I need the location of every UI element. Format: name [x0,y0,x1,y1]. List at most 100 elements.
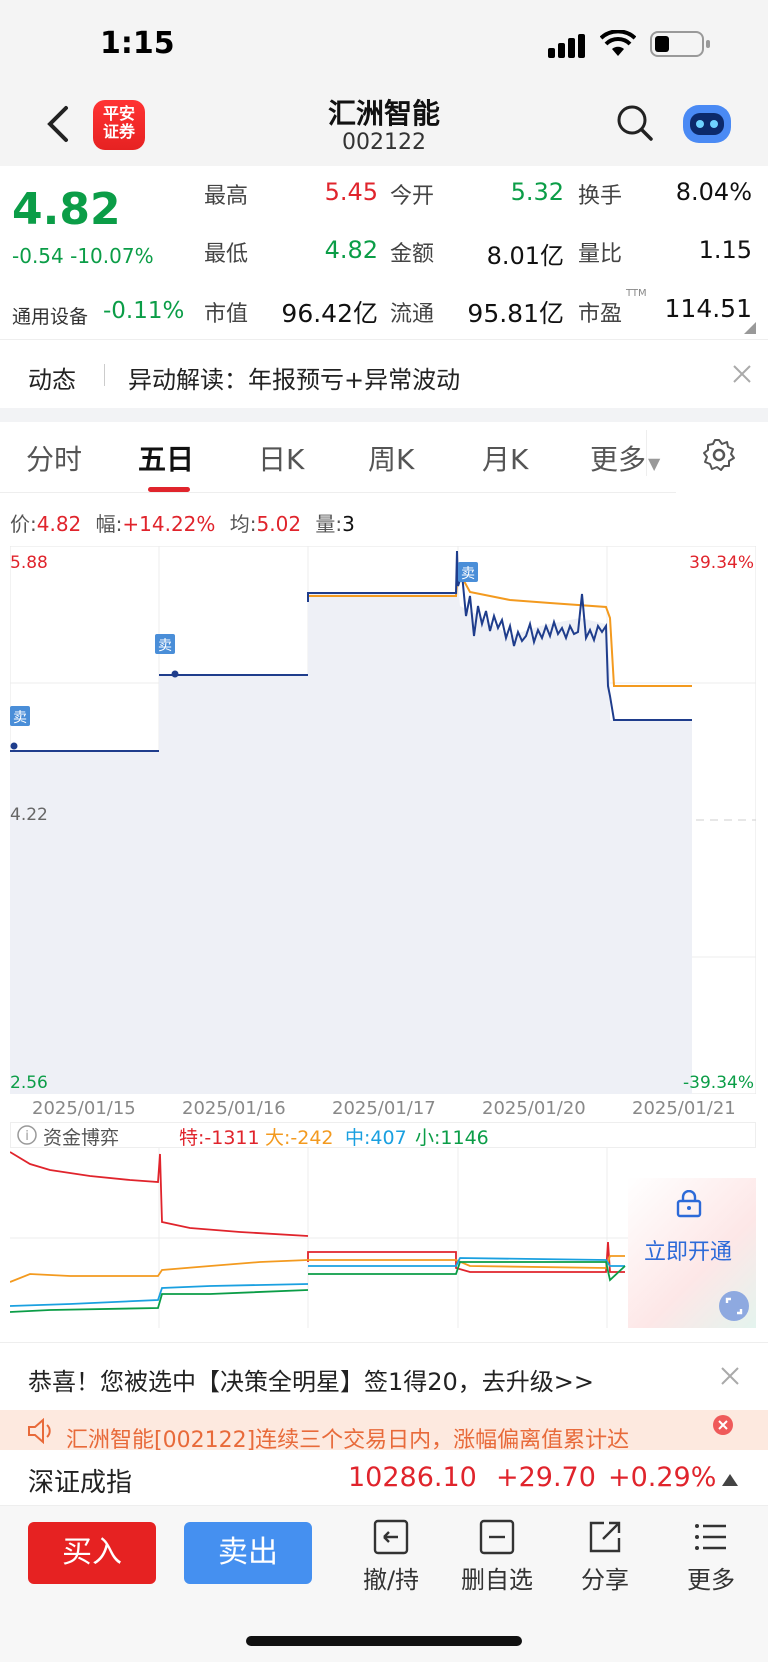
fund-large: 大:-242 [265,1127,334,1149]
buy-button[interactable]: 买入 [28,1522,156,1584]
fund-small: 小:1146 [415,1127,489,1149]
pe-label: 市盈 [578,302,623,327]
promo-text: 恭喜！您被选中【决策全明星】签1得20，去升级>> [28,1368,595,1396]
corner-expand-icon[interactable] [744,322,756,334]
amount-value: 8.01亿 [486,242,564,270]
minus-square-icon [479,1519,515,1555]
search-icon[interactable] [616,104,654,142]
high-label: 最高 [204,184,249,209]
volume-ratio-label: 量比 [578,242,623,267]
open-value: 5.32 [510,178,564,206]
tab-weekly-k[interactable]: 周K [368,438,414,478]
share-icon [589,1521,621,1553]
volume-ratio-value: 1.15 [698,236,752,264]
amount-label: 金额 [390,242,435,267]
info-volume: 3 [342,512,355,536]
more-label: 更多 [687,1566,735,1594]
cancel-order-icon [373,1519,409,1555]
info-icon[interactable]: i [17,1125,37,1145]
share-label: 分享 [581,1566,629,1594]
remove-watchlist-button[interactable]: 删自选 [452,1518,542,1595]
five-day-chart[interactable]: 卖 卖 卖 5.88 4.22 2.56 39.34% -39.34% [10,546,756,1094]
speaker-icon [28,1418,51,1444]
low-label: 最低 [204,242,249,267]
tab-intraday[interactable]: 分时 [26,438,82,478]
fund-super: 特:-1311 [179,1127,260,1149]
x-tick-label: 2025/01/21 [632,1098,736,1119]
dropdown-arrow-icon: ▼ [648,454,661,473]
pe-value: 114.51 [664,294,752,323]
robot-assistant-icon[interactable] [680,100,734,146]
high-value: 5.45 [324,178,378,206]
tab-five-day[interactable]: 五日 [138,438,194,478]
open-label: 今开 [390,184,435,209]
index-name: 深证成指 [28,1468,133,1498]
status-time: 1:15 [100,26,175,61]
section-separator [0,408,768,422]
fund-title: 资金博弈 [43,1127,120,1149]
tab-more[interactable]: 更多 ▼ [590,438,660,478]
close-circle-icon[interactable] [712,1414,734,1436]
menu-list-icon [695,1524,726,1550]
share-button[interactable]: 分享 [560,1518,650,1595]
cancel-hold-label: 撤/持 [362,1566,420,1594]
price-change: -0.54 -10.07% [12,244,154,268]
index-value: 10286.10 [348,1462,477,1493]
close-icon[interactable] [720,1366,740,1386]
close-icon[interactable] [732,364,752,384]
notice-marquee[interactable]: 汇洲智能[002122]连续三个交易日内，涨幅偏离值累计达 [0,1410,768,1450]
home-indicator [246,1636,522,1646]
svg-text:i: i [25,1129,29,1144]
y-label-top: 5.88 [10,553,48,573]
market-cap-value: 96.42亿 [281,299,378,328]
wifi-icon [600,30,636,56]
info-price: 4.82 [36,512,82,536]
fund-battle-header: i 资金博弈 特:-1311 大:-242 中:407 小:1146 [10,1122,756,1149]
chart-info-row: 价:4.82 幅:+14.22% 均:5.02 量:3 [10,512,355,536]
turnover-label: 换手 [578,184,623,209]
news-text: 异动解读：年报预亏+异常波动 [128,366,461,394]
info-range: +14.22% [122,512,216,536]
unlock-card[interactable]: 立即开通 [628,1178,756,1328]
float-cap-label: 流通 [390,302,435,327]
sell-point-dot [171,670,179,678]
sell-button[interactable]: 卖出 [184,1522,312,1584]
index-change: +29.70 [496,1462,596,1493]
more-button[interactable]: 更多 [666,1518,756,1595]
turnover-value: 8.04% [675,178,752,206]
float-cap-value: 95.81亿 [467,299,564,328]
settings-gear-icon[interactable] [702,438,736,472]
fund-medium: 中:407 [345,1127,407,1149]
x-tick-label: 2025/01/15 [32,1098,136,1119]
index-change-pct: +0.29% [608,1462,717,1493]
x-tick-label: 2025/01/16 [182,1098,286,1119]
expand-fullscreen-icon[interactable] [718,1290,750,1322]
y-label-mid: 4.22 [10,805,48,825]
sell-marker-label: 卖 [13,710,27,726]
sector-change: -0.11% [103,298,185,324]
unlock-label: 立即开通 [644,1240,733,1265]
pct-label-top: 39.34% [689,553,754,573]
news-divider [104,364,105,386]
low-value: 4.82 [324,236,378,264]
sector-name[interactable]: 通用设备 [12,302,88,329]
x-tick-label: 2025/01/17 [332,1098,436,1119]
notice-text: 汇洲智能[002122]连续三个交易日内，涨幅偏离值累计达 [66,1428,630,1450]
lock-icon [676,1190,702,1218]
sell-marker-label: 卖 [158,638,172,654]
info-avg: 5.02 [256,512,302,536]
sell-marker: 卖 [10,706,30,726]
sell-point-dot [10,742,18,750]
pct-label-bottom: -39.34% [683,1073,754,1093]
caret-up-icon[interactable] [722,1474,738,1486]
tab-divider [646,430,647,476]
cellular-signal-icon [548,34,585,58]
news-tag: 动态 [28,366,76,394]
tab-daily-k[interactable]: 日K [258,438,304,478]
sell-marker-label: 卖 [461,566,475,582]
cancel-hold-button[interactable]: 撤/持 [346,1518,436,1595]
tab-monthly-k[interactable]: 月K [482,438,528,478]
market-cap-label: 市值 [204,302,249,327]
battery-icon [650,31,710,57]
x-tick-label: 2025/01/20 [482,1098,586,1119]
